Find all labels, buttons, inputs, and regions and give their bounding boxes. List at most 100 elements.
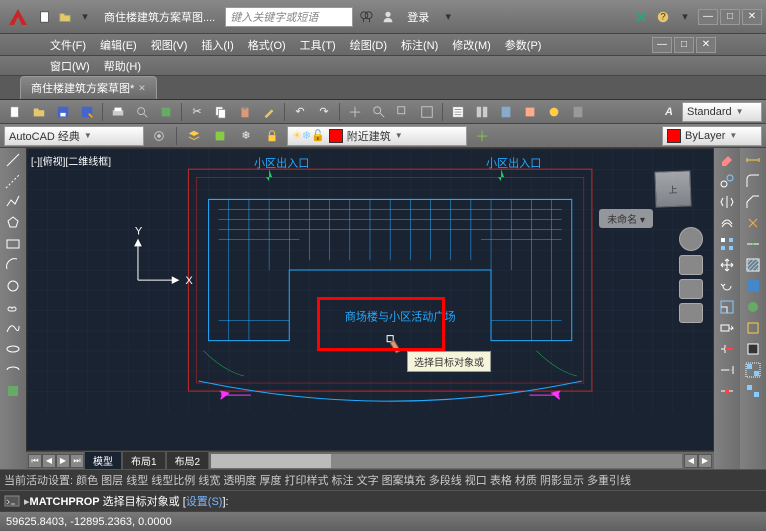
- layout-tab-2[interactable]: 布局2: [166, 451, 210, 470]
- scroll-right-icon[interactable]: ▶: [698, 454, 712, 468]
- nav-zoom-icon[interactable]: [679, 279, 703, 299]
- extend-icon[interactable]: [716, 360, 738, 380]
- hatch-icon[interactable]: [742, 255, 764, 275]
- markup-icon[interactable]: [543, 102, 565, 122]
- trim-icon[interactable]: [716, 339, 738, 359]
- sheet-set-icon[interactable]: [519, 102, 541, 122]
- scroll-left-icon[interactable]: ◀: [684, 454, 698, 468]
- tab-next-icon[interactable]: ▶: [56, 454, 70, 468]
- menu-file[interactable]: 文件(F): [50, 37, 86, 53]
- doc-maximize-button[interactable]: □: [674, 37, 694, 53]
- explode-icon[interactable]: [742, 213, 764, 233]
- paste-icon[interactable]: [234, 102, 256, 122]
- workspace-combo[interactable]: AutoCAD 经典▼: [4, 126, 144, 146]
- drawing-viewport[interactable]: [-][俯视][二维线框]: [26, 148, 714, 451]
- gradient-icon[interactable]: [742, 276, 764, 296]
- menu-tools[interactable]: 工具(T): [300, 37, 336, 53]
- properties-icon[interactable]: [447, 102, 469, 122]
- tab-prev-icon[interactable]: ◀: [42, 454, 56, 468]
- qat-open-icon[interactable]: [56, 8, 74, 26]
- move-icon[interactable]: [716, 255, 738, 275]
- rotate-icon[interactable]: [716, 276, 738, 296]
- menu-help[interactable]: 帮助(H): [104, 58, 141, 74]
- circle-icon[interactable]: [2, 276, 24, 296]
- doc-minimize-button[interactable]: —: [652, 37, 672, 53]
- help-dropdown-icon[interactable]: ▾: [676, 8, 694, 26]
- layout-tab-model[interactable]: 模型: [84, 451, 122, 470]
- rectangle-icon[interactable]: [2, 234, 24, 254]
- stretch-icon[interactable]: [716, 318, 738, 338]
- distance-icon[interactable]: [742, 150, 764, 170]
- login-link[interactable]: 登录: [407, 9, 429, 25]
- wipeout-icon[interactable]: [742, 339, 764, 359]
- maximize-button[interactable]: □: [720, 9, 740, 25]
- menu-draw[interactable]: 绘图(D): [350, 37, 387, 53]
- zoom-previous-icon[interactable]: [416, 102, 438, 122]
- ellipse-arc-icon[interactable]: [2, 360, 24, 380]
- fillet-icon[interactable]: [742, 171, 764, 191]
- scale-icon[interactable]: [716, 297, 738, 317]
- menu-view[interactable]: 视图(V): [151, 37, 188, 53]
- polyline-icon[interactable]: [2, 192, 24, 212]
- layer-combo[interactable]: ☀ ❄ 🔓 附近建筑▼: [287, 126, 467, 146]
- menu-parametric[interactable]: 参数(P): [505, 37, 542, 53]
- menu-window[interactable]: 窗口(W): [50, 58, 90, 74]
- saveas-icon[interactable]: [76, 102, 98, 122]
- tab-close-icon[interactable]: ✕: [138, 83, 146, 94]
- cut-icon[interactable]: ✂: [186, 102, 208, 122]
- tab-first-icon[interactable]: ⏮: [28, 454, 42, 468]
- offset-icon[interactable]: [716, 213, 738, 233]
- nav-pan-icon[interactable]: [679, 255, 703, 275]
- erase-icon[interactable]: [716, 150, 738, 170]
- preview-icon[interactable]: [131, 102, 153, 122]
- group-icon[interactable]: [742, 360, 764, 380]
- plot-icon[interactable]: [107, 102, 129, 122]
- ellipse-icon[interactable]: [2, 339, 24, 359]
- copy-icon[interactable]: [210, 102, 232, 122]
- pan-icon[interactable]: [344, 102, 366, 122]
- chamfer-icon[interactable]: [742, 192, 764, 212]
- exchange-icon[interactable]: [632, 8, 650, 26]
- menu-modify[interactable]: 修改(M): [452, 37, 491, 53]
- tool-palette-icon[interactable]: [495, 102, 517, 122]
- qat-new-icon[interactable]: [36, 8, 54, 26]
- nav-orbit-icon[interactable]: [679, 303, 703, 323]
- open-icon[interactable]: [28, 102, 50, 122]
- quickcalc-icon[interactable]: [567, 102, 589, 122]
- line-icon[interactable]: [2, 150, 24, 170]
- document-tab[interactable]: 商住楼建筑方案草图* ✕: [20, 76, 157, 99]
- break-icon[interactable]: [716, 381, 738, 401]
- layer-state-icon[interactable]: [209, 126, 231, 146]
- redo-icon[interactable]: ↷: [313, 102, 335, 122]
- menu-format[interactable]: 格式(O): [248, 37, 286, 53]
- arc-icon[interactable]: [2, 255, 24, 275]
- new-icon[interactable]: [4, 102, 26, 122]
- undo-icon[interactable]: ↶: [289, 102, 311, 122]
- color-combo[interactable]: ByLayer▼: [662, 126, 762, 146]
- polygon-icon[interactable]: [2, 213, 24, 233]
- layer-lock-icon[interactable]: [261, 126, 283, 146]
- layer-properties-icon[interactable]: [183, 126, 205, 146]
- join-icon[interactable]: [742, 234, 764, 254]
- layer-match-icon[interactable]: [471, 126, 493, 146]
- login-dropdown-icon[interactable]: ▾: [439, 8, 457, 26]
- minimize-button[interactable]: —: [698, 9, 718, 25]
- search-icon[interactable]: [357, 8, 375, 26]
- tab-last-icon[interactable]: ⏭: [70, 454, 84, 468]
- user-icon[interactable]: [379, 8, 397, 26]
- menu-dimension[interactable]: 标注(N): [401, 37, 438, 53]
- insert-block-icon[interactable]: [2, 381, 24, 401]
- region-icon[interactable]: [742, 297, 764, 317]
- publish-icon[interactable]: [155, 102, 177, 122]
- horizontal-scrollbar[interactable]: [211, 454, 682, 468]
- layer-freeze-icon[interactable]: ❄: [235, 126, 257, 146]
- menu-insert[interactable]: 插入(I): [201, 37, 233, 53]
- help-icon[interactable]: ?: [654, 8, 672, 26]
- command-option-link[interactable]: 设置(S): [186, 496, 223, 508]
- mirror-icon[interactable]: [716, 192, 738, 212]
- matchprop-icon[interactable]: [258, 102, 280, 122]
- workspace-settings-icon[interactable]: [148, 126, 170, 146]
- layout-tab-1[interactable]: 布局1: [122, 451, 166, 470]
- zoom-icon[interactable]: [368, 102, 390, 122]
- viewcube[interactable]: 上: [641, 157, 705, 221]
